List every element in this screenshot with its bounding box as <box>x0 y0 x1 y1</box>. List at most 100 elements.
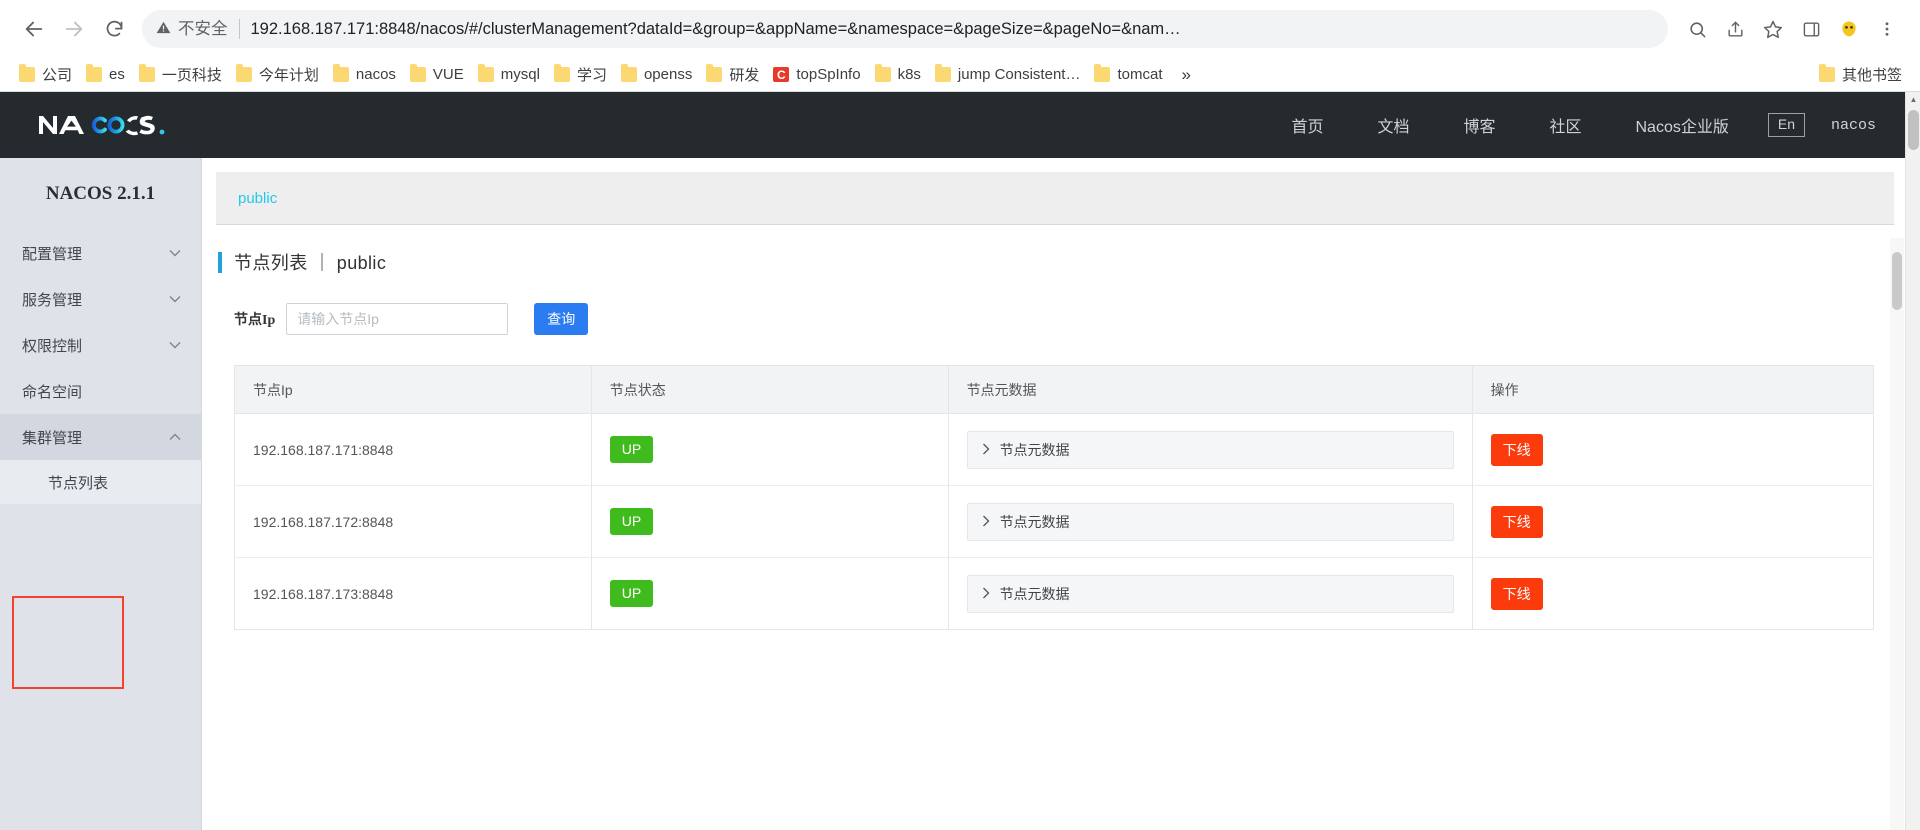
namespace-tabbar: public <box>216 172 1894 225</box>
bookmark-label: jump Consistent… <box>957 66 1081 83</box>
metadata-collapse-panel[interactable]: 节点元数据 <box>966 502 1454 541</box>
folder-icon <box>138 64 155 82</box>
bookmark-item[interactable]: 学习 <box>549 60 616 89</box>
page-scrollbar[interactable]: ▲ ▼ <box>1905 92 1920 830</box>
sidebar-version-label: NACOS 2.1.1 <box>45 183 156 204</box>
chevron-down-icon <box>169 247 181 259</box>
bookmark-item[interactable]: 一页科技 <box>134 60 231 89</box>
chevron-up-icon <box>169 431 181 443</box>
nacos-logo[interactable] <box>0 112 202 138</box>
folder-icon <box>620 64 637 82</box>
bookmark-item[interactable]: tomcat <box>1089 62 1171 87</box>
page-title-row: 节点列表 ｜ public <box>218 249 1894 275</box>
bookmark-label: 今年计划 <box>258 67 319 84</box>
bookmark-item[interactable]: CtopSpInfo <box>768 62 869 87</box>
bookmark-label: es <box>109 66 125 83</box>
nav-link-home[interactable]: 首页 <box>1264 113 1350 137</box>
bookmarks-overflow-button[interactable]: » <box>1171 63 1200 87</box>
folder-icon <box>1818 64 1835 82</box>
bookmark-item[interactable]: jump Consistent… <box>930 62 1090 87</box>
sidebar-item-permission-control[interactable]: 权限控制 <box>0 322 201 368</box>
other-bookmarks-button[interactable]: 其他书签 <box>1814 60 1908 89</box>
bookmark-label: nacos <box>355 66 396 83</box>
bookmark-item[interactable]: 研发 <box>701 60 768 89</box>
nacos-top-header: 首页 文档 博客 社区 Nacos企业版 En nacos <box>0 92 1920 158</box>
bookmark-item[interactable]: 公司 <box>14 60 81 89</box>
nav-link-blog[interactable]: 博客 <box>1436 113 1522 137</box>
folder-icon <box>235 64 252 82</box>
bookmark-item[interactable]: VUE <box>405 62 473 87</box>
cell-operation: 下线 <box>1472 485 1874 558</box>
nav-link-enterprise[interactable]: Nacos企业版 <box>1609 113 1756 137</box>
status-badge: UP <box>609 436 654 463</box>
sidebar-item-label: 服务管理 <box>22 291 83 309</box>
chevron-right-icon <box>982 587 990 601</box>
metadata-label: 节点元数据 <box>999 441 1070 458</box>
bookmark-item[interactable]: openss <box>616 62 701 87</box>
status-badge: UP <box>609 580 654 607</box>
main-content: public 节点列表 ｜ public 节点Ip 查询 节点Ip 节点状态 <box>202 158 1920 830</box>
share-icon[interactable] <box>1716 10 1754 48</box>
chevron-right-icon <box>982 443 990 457</box>
sidebar-item-config-management[interactable]: 配置管理 <box>0 230 201 276</box>
forward-button[interactable] <box>54 9 94 49</box>
chevron-right-icon <box>982 515 990 529</box>
address-bar[interactable]: 不安全 192.168.187.171:8848/nacos/#/cluster… <box>142 10 1668 48</box>
page-scrollbar-thumb[interactable] <box>1908 110 1919 150</box>
bookmark-item[interactable]: 今年计划 <box>231 60 328 89</box>
cell-node-metadata: 节点元数据 <box>948 485 1473 558</box>
browser-chrome: 不安全 192.168.187.171:8848/nacos/#/cluster… <box>0 0 1920 92</box>
cell-node-ip: 192.168.187.171:8848 <box>234 413 592 486</box>
bookmark-label: openss <box>643 66 693 83</box>
column-header-operation: 操作 <box>1472 365 1874 414</box>
bookmark-label: 研发 <box>729 67 760 84</box>
zoom-search-icon[interactable] <box>1678 10 1716 48</box>
bookmark-label: tomcat <box>1117 66 1163 83</box>
nav-link-docs[interactable]: 文档 <box>1350 113 1436 137</box>
metadata-label: 节点元数据 <box>999 513 1070 530</box>
bookmark-item[interactable]: mysql <box>473 62 549 87</box>
sidebar-item-label: 集群管理 <box>22 429 83 447</box>
column-header-node-status: 节点状态 <box>591 365 949 414</box>
offline-button[interactable]: 下线 <box>1490 577 1543 610</box>
offline-button[interactable]: 下线 <box>1490 433 1543 466</box>
query-button[interactable]: 查询 <box>534 303 589 335</box>
offline-button[interactable]: 下线 <box>1490 505 1543 538</box>
bookmark-label: VUE <box>432 66 464 83</box>
sidebar-item-label: 权限控制 <box>22 337 83 355</box>
node-ip-input[interactable] <box>286 303 509 335</box>
node-ip-label: 节点Ip <box>234 313 276 328</box>
back-button[interactable] <box>14 9 54 49</box>
cell-node-ip: 192.168.187.173:8848 <box>234 557 592 630</box>
sidebar-item-service-management[interactable]: 服务管理 <box>0 276 201 322</box>
bookmark-star-icon[interactable] <box>1754 10 1792 48</box>
cell-node-ip: 192.168.187.172:8848 <box>234 485 592 558</box>
current-user-label[interactable]: nacos <box>1831 117 1890 134</box>
bookmark-item[interactable]: es <box>81 62 134 87</box>
folder-icon <box>86 64 103 82</box>
cell-node-status: UP <box>591 485 949 558</box>
extension-icon[interactable] <box>1830 10 1868 48</box>
language-toggle-button[interactable]: En <box>1767 113 1805 137</box>
scroll-up-arrow-icon[interactable]: ▲ <box>1906 92 1920 107</box>
folder-icon <box>706 64 723 82</box>
nav-link-community[interactable]: 社区 <box>1522 113 1608 137</box>
bookmark-item[interactable]: nacos <box>328 62 405 87</box>
bookmark-label: mysql <box>500 66 540 83</box>
metadata-collapse-panel[interactable]: 节点元数据 <box>966 430 1454 469</box>
bookmark-label: 学习 <box>576 67 607 84</box>
content-scrollbar[interactable] <box>1890 238 1904 830</box>
sidebar-item-node-list[interactable]: 节点列表 <box>0 460 201 504</box>
content-scrollbar-thumb[interactable] <box>1892 252 1902 310</box>
side-panel-icon[interactable] <box>1792 10 1830 48</box>
sidebar-item-namespace[interactable]: 命名空间 <box>0 368 201 414</box>
table-header-row: 节点Ip 节点状态 节点元数据 操作 <box>234 365 1874 414</box>
site-favicon-icon: C <box>773 67 790 82</box>
bookmark-item[interactable]: k8s <box>870 62 930 87</box>
reload-button[interactable] <box>94 9 134 49</box>
folder-icon <box>332 64 349 82</box>
menu-kebab-icon[interactable] <box>1868 10 1906 48</box>
namespace-tab-public[interactable]: public <box>238 190 277 207</box>
metadata-collapse-panel[interactable]: 节点元数据 <box>966 574 1454 613</box>
sidebar-item-cluster-management[interactable]: 集群管理 <box>0 414 201 460</box>
